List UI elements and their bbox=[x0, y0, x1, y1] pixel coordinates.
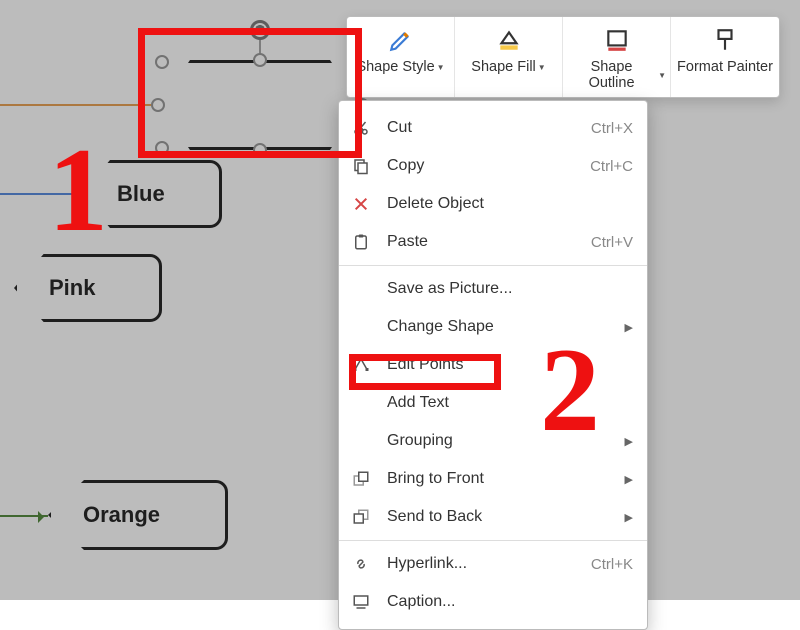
submenu-icon: ▶ bbox=[625, 435, 633, 448]
menu-edit-points[interactable]: Edit Points bbox=[339, 346, 647, 384]
menu-bring-to-front[interactable]: Bring to Front ▶ bbox=[339, 460, 647, 498]
cut-icon bbox=[349, 116, 373, 140]
shape-blue[interactable]: Blue bbox=[82, 160, 222, 228]
submenu-icon: ▶ bbox=[625, 473, 633, 486]
ribbon-shape-fill[interactable]: Shape Fill▼ bbox=[455, 17, 563, 97]
menu-add-text[interactable]: Add Text bbox=[339, 384, 647, 422]
shape-label: Blue bbox=[117, 181, 165, 207]
paste-icon bbox=[349, 230, 373, 254]
menu-save-as-picture[interactable]: Save as Picture... bbox=[339, 270, 647, 308]
ribbon-format-painter[interactable]: Format Painter bbox=[671, 17, 779, 97]
rotation-handle[interactable] bbox=[250, 20, 270, 40]
shape-selected-hexagon[interactable] bbox=[160, 60, 360, 150]
connector-orange bbox=[0, 104, 168, 106]
menu-label: Caption... bbox=[387, 593, 633, 611]
handle-w[interactable] bbox=[151, 98, 165, 112]
handle-n[interactable] bbox=[253, 53, 267, 67]
copy-icon bbox=[349, 154, 373, 178]
menu-shortcut: Ctrl+C bbox=[590, 158, 633, 175]
ribbon-label: Shape Style bbox=[356, 59, 434, 75]
brush-icon bbox=[386, 25, 416, 55]
menu-label: Grouping bbox=[387, 432, 611, 450]
ribbon-label: Shape Fill bbox=[471, 59, 535, 75]
dropdown-icon: ▼ bbox=[538, 63, 546, 72]
menu-separator bbox=[339, 265, 647, 266]
shape-orange[interactable]: Orange bbox=[48, 480, 228, 550]
editpoints-icon bbox=[349, 353, 373, 377]
handle-sw[interactable] bbox=[155, 141, 169, 155]
menu-shortcut: Ctrl+X bbox=[591, 120, 633, 137]
menu-shortcut: Ctrl+K bbox=[591, 556, 633, 573]
outline-icon bbox=[602, 25, 632, 55]
menu-caption[interactable]: Caption... bbox=[339, 583, 647, 621]
caption-icon bbox=[349, 590, 373, 614]
dropdown-icon: ▼ bbox=[658, 71, 666, 80]
menu-label: Send to Back bbox=[387, 508, 611, 526]
send-back-icon bbox=[349, 505, 373, 529]
shape-label: Pink bbox=[49, 275, 95, 301]
menu-label: Add Text bbox=[387, 394, 633, 412]
shape-format-ribbon: Shape Style▼ Shape Fill▼ Shape Outline▼ … bbox=[346, 16, 780, 98]
delete-icon bbox=[349, 192, 373, 216]
ribbon-shape-style[interactable]: Shape Style▼ bbox=[347, 17, 455, 97]
submenu-icon: ▶ bbox=[625, 511, 633, 524]
menu-shortcut: Ctrl+V bbox=[591, 234, 633, 251]
context-menu: Cut Ctrl+X Copy Ctrl+C Delete Object Pas… bbox=[338, 100, 648, 630]
ribbon-label: Format Painter bbox=[677, 59, 773, 75]
menu-change-shape[interactable]: Change Shape ▶ bbox=[339, 308, 647, 346]
bring-front-icon bbox=[349, 467, 373, 491]
fill-icon bbox=[494, 25, 524, 55]
shape-label: Orange bbox=[83, 502, 160, 528]
handle-s[interactable] bbox=[253, 143, 267, 157]
menu-separator bbox=[339, 540, 647, 541]
painter-icon bbox=[710, 25, 740, 55]
menu-copy[interactable]: Copy Ctrl+C bbox=[339, 147, 647, 185]
ribbon-label: Shape Outline bbox=[567, 59, 656, 91]
menu-label: Change Shape bbox=[387, 318, 611, 336]
menu-label: Edit Points bbox=[387, 356, 633, 374]
menu-cut[interactable]: Cut Ctrl+X bbox=[339, 109, 647, 147]
connector-blue bbox=[0, 193, 82, 195]
dropdown-icon: ▼ bbox=[437, 63, 445, 72]
menu-label: Cut bbox=[387, 119, 577, 137]
connector-green bbox=[0, 515, 48, 517]
menu-label: Copy bbox=[387, 157, 576, 175]
menu-label: Bring to Front bbox=[387, 470, 611, 488]
handle-nw[interactable] bbox=[155, 55, 169, 69]
menu-paste[interactable]: Paste Ctrl+V bbox=[339, 223, 647, 261]
menu-label: Paste bbox=[387, 233, 577, 251]
menu-delete-object[interactable]: Delete Object bbox=[339, 185, 647, 223]
shape-pink[interactable]: Pink bbox=[14, 254, 162, 322]
menu-label: Save as Picture... bbox=[387, 280, 633, 298]
menu-label: Delete Object bbox=[387, 195, 633, 213]
submenu-icon: ▶ bbox=[625, 321, 633, 334]
menu-send-to-back[interactable]: Send to Back ▶ bbox=[339, 498, 647, 536]
menu-label: Hyperlink... bbox=[387, 555, 577, 573]
menu-hyperlink[interactable]: Hyperlink... Ctrl+K bbox=[339, 545, 647, 583]
menu-grouping[interactable]: Grouping ▶ bbox=[339, 422, 647, 460]
link-icon bbox=[349, 552, 373, 576]
ribbon-shape-outline[interactable]: Shape Outline▼ bbox=[563, 17, 671, 97]
